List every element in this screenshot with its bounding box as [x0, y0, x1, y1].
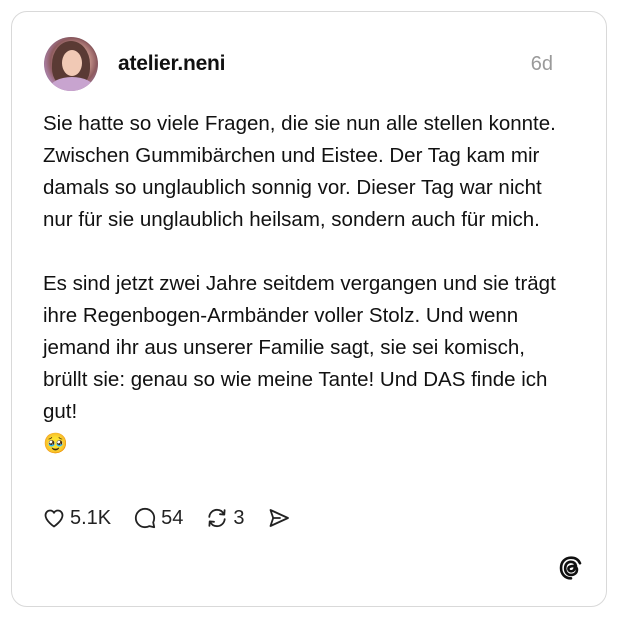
heart-icon [44, 509, 64, 528]
post-card: atelier.neni 6d Sie hatte so viele Frage… [11, 11, 607, 607]
timestamp: 6d [530, 53, 553, 75]
avatar-face [62, 50, 82, 76]
action-bar: 5.1K 54 3 [42, 504, 313, 532]
repost-count: 3 [233, 506, 245, 529]
share-button[interactable] [267, 506, 291, 530]
avatar[interactable] [44, 37, 98, 91]
post-paragraph-1: Sie hatte so viele Fragen, die sie nun a… [43, 112, 556, 231]
reply-count: 54 [161, 506, 184, 529]
username[interactable]: atelier.neni [118, 52, 226, 76]
repost-icon [208, 508, 227, 528]
avatar-shirt [50, 77, 94, 91]
post-paragraph-2: Es sind jetzt zwei Jahre seitdem vergang… [43, 272, 556, 423]
emoji: 🥹 [43, 433, 68, 455]
comment-icon [135, 507, 156, 529]
repost-button[interactable]: 3 [205, 506, 245, 530]
like-count: 5.1K [70, 506, 112, 529]
threads-logo-icon [559, 556, 582, 580]
share-icon [269, 509, 289, 527]
like-button[interactable]: 5.1K [42, 506, 111, 530]
post-body: Sie hatte so viele Fragen, die sie nun a… [43, 108, 573, 460]
reply-button[interactable]: 54 [133, 506, 183, 530]
